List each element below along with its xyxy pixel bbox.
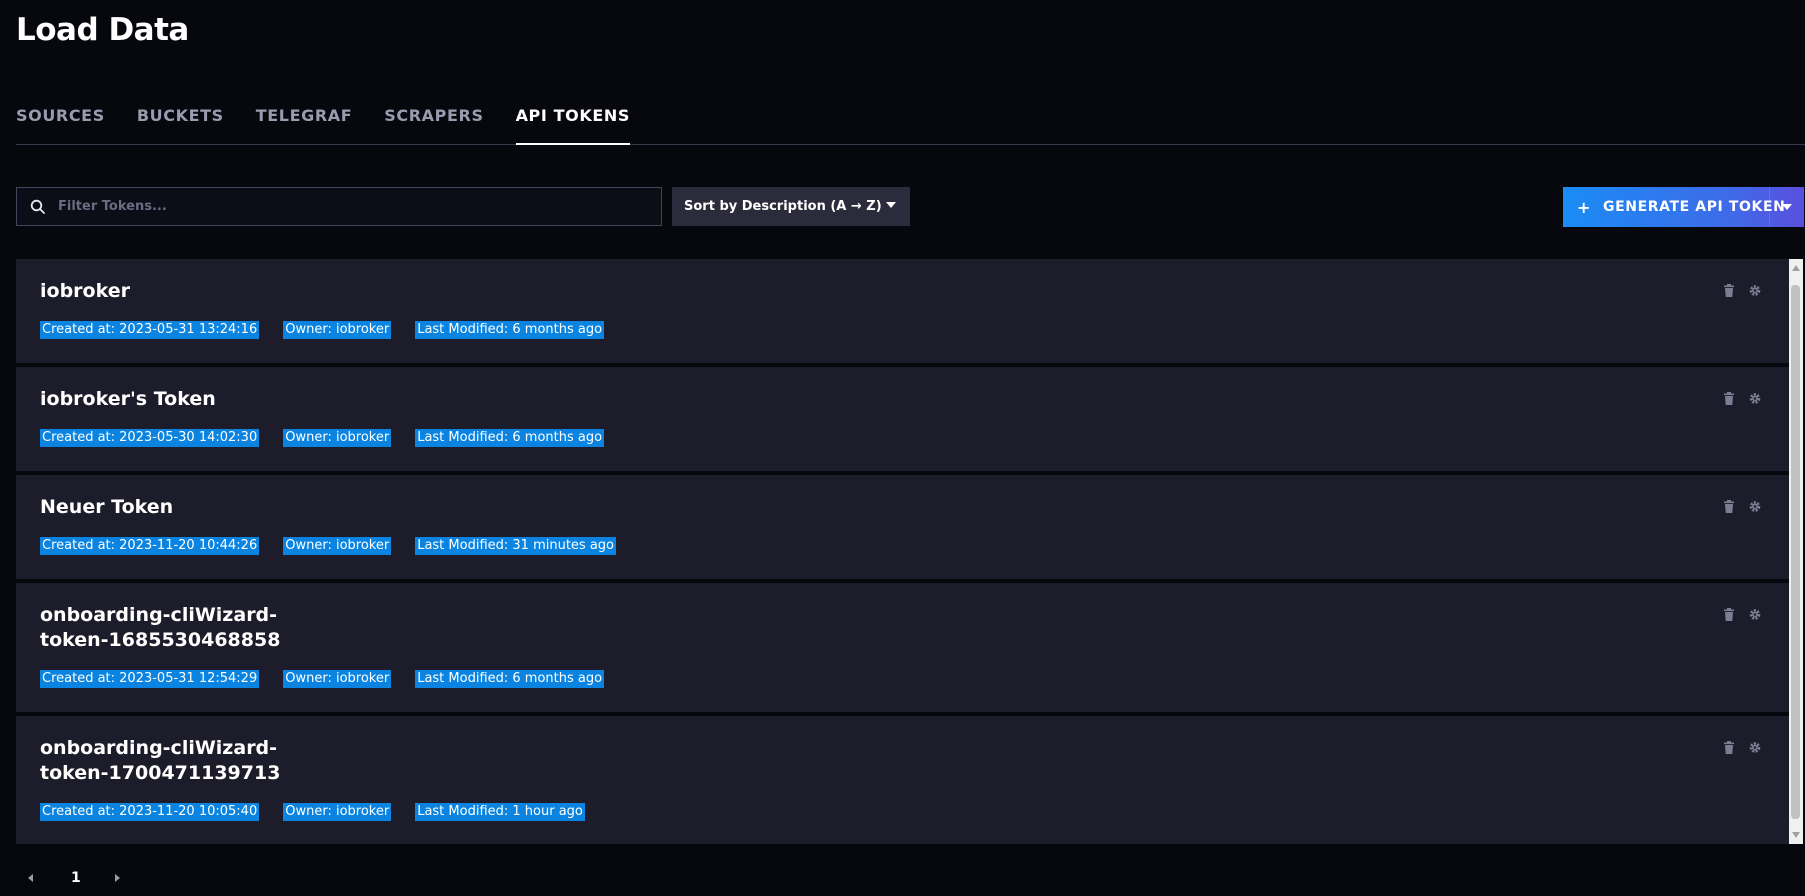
token-card[interactable]: onboarding-cliWizard-token-1685530468858… (16, 583, 1789, 712)
search-icon (30, 199, 45, 214)
tab-api-tokens[interactable]: API TOKENS (515, 96, 631, 145)
load-data-page: Load Data SOURCES BUCKETS TELEGRAF SCRAP… (0, 0, 1805, 896)
token-created: Created at: 2023-05-30 14:02:30 (40, 429, 260, 447)
token-name[interactable]: iobroker (40, 279, 340, 304)
generate-dropdown-chevron-icon[interactable] (1769, 187, 1804, 227)
token-actions (1723, 608, 1761, 621)
search-box (16, 187, 662, 226)
next-page-icon[interactable] (114, 874, 120, 882)
trash-icon[interactable] (1723, 284, 1735, 297)
token-created: Created at: 2023-05-31 12:54:29 (40, 670, 260, 688)
previous-page-icon[interactable] (28, 874, 33, 882)
gear-icon[interactable] (1749, 392, 1761, 405)
token-meta: Created at: 2023-05-31 13:24:16 Owner: i… (40, 321, 628, 339)
filter-tokens-input[interactable] (56, 187, 661, 226)
generate-api-token-label: GENERATE API TOKEN (1603, 199, 1786, 215)
token-name[interactable]: Neuer Token (40, 495, 340, 520)
token-modified: Last Modified: 6 months ago (415, 321, 605, 339)
token-modified: Last Modified: 31 minutes ago (415, 537, 616, 555)
list-scrollbar[interactable] (1789, 259, 1803, 844)
token-meta: Created at: 2023-11-20 10:44:26 Owner: i… (40, 537, 640, 555)
token-name[interactable]: onboarding-cliWizard-token-1685530468858 (40, 603, 340, 653)
chevron-down-icon (886, 202, 896, 208)
token-created: Created at: 2023-11-20 10:05:40 (40, 803, 260, 821)
token-name[interactable]: onboarding-cliWizard-token-1700471139713 (40, 736, 340, 786)
tab-scrapers[interactable]: SCRAPERS (384, 96, 483, 144)
gear-icon[interactable] (1749, 608, 1761, 621)
gear-icon[interactable] (1749, 500, 1761, 513)
token-created: Created at: 2023-05-31 13:24:16 (40, 321, 260, 339)
token-owner: Owner: iobroker (283, 321, 392, 339)
token-meta: Created at: 2023-05-31 12:54:29 Owner: i… (40, 670, 628, 688)
scroll-up-arrow-icon[interactable] (1792, 265, 1800, 271)
tab-telegraf[interactable]: TELEGRAF (256, 96, 353, 144)
token-actions (1723, 392, 1761, 405)
token-name[interactable]: iobroker's Token (40, 387, 340, 412)
pagination: 1 (28, 870, 120, 886)
gear-icon[interactable] (1749, 284, 1761, 297)
gear-icon[interactable] (1749, 741, 1761, 754)
token-modified: Last Modified: 6 months ago (415, 670, 605, 688)
token-card[interactable]: Neuer Token Created at: 2023-11-20 10:44… (16, 475, 1789, 579)
token-meta: Created at: 2023-11-20 10:05:40 Owner: i… (40, 803, 609, 821)
page-number[interactable]: 1 (71, 870, 81, 886)
token-meta: Created at: 2023-05-30 14:02:30 Owner: i… (40, 429, 628, 447)
token-owner: Owner: iobroker (283, 670, 392, 688)
token-owner: Owner: iobroker (283, 537, 392, 555)
token-card[interactable]: iobroker Created at: 2023-05-31 13:24:16… (16, 259, 1789, 363)
generate-api-token-button[interactable]: + GENERATE API TOKEN (1563, 187, 1804, 227)
trash-icon[interactable] (1723, 608, 1735, 621)
token-list: iobroker Created at: 2023-05-31 13:24:16… (16, 259, 1789, 844)
page-title: Load Data (16, 12, 189, 48)
tab-buckets[interactable]: BUCKETS (137, 96, 224, 144)
token-modified: Last Modified: 1 hour ago (415, 803, 585, 821)
tab-bar: SOURCES BUCKETS TELEGRAF SCRAPERS API TO… (16, 96, 1805, 145)
scroll-thumb[interactable] (1791, 285, 1800, 819)
token-created: Created at: 2023-11-20 10:44:26 (40, 537, 260, 555)
trash-icon[interactable] (1723, 392, 1735, 405)
token-actions (1723, 741, 1761, 754)
sort-dropdown-label: Sort by Description (A → Z) (684, 199, 882, 214)
plus-icon: + (1577, 197, 1592, 217)
scroll-down-arrow-icon[interactable] (1792, 832, 1800, 838)
token-actions (1723, 500, 1761, 513)
token-modified: Last Modified: 6 months ago (415, 429, 605, 447)
sort-dropdown[interactable]: Sort by Description (A → Z) (672, 187, 910, 226)
token-actions (1723, 284, 1761, 297)
token-card[interactable]: iobroker's Token Created at: 2023-05-30 … (16, 367, 1789, 471)
trash-icon[interactable] (1723, 741, 1735, 754)
token-owner: Owner: iobroker (283, 803, 392, 821)
token-owner: Owner: iobroker (283, 429, 392, 447)
trash-icon[interactable] (1723, 500, 1735, 513)
tab-sources[interactable]: SOURCES (16, 96, 105, 144)
token-card[interactable]: onboarding-cliWizard-token-1700471139713… (16, 716, 1789, 844)
